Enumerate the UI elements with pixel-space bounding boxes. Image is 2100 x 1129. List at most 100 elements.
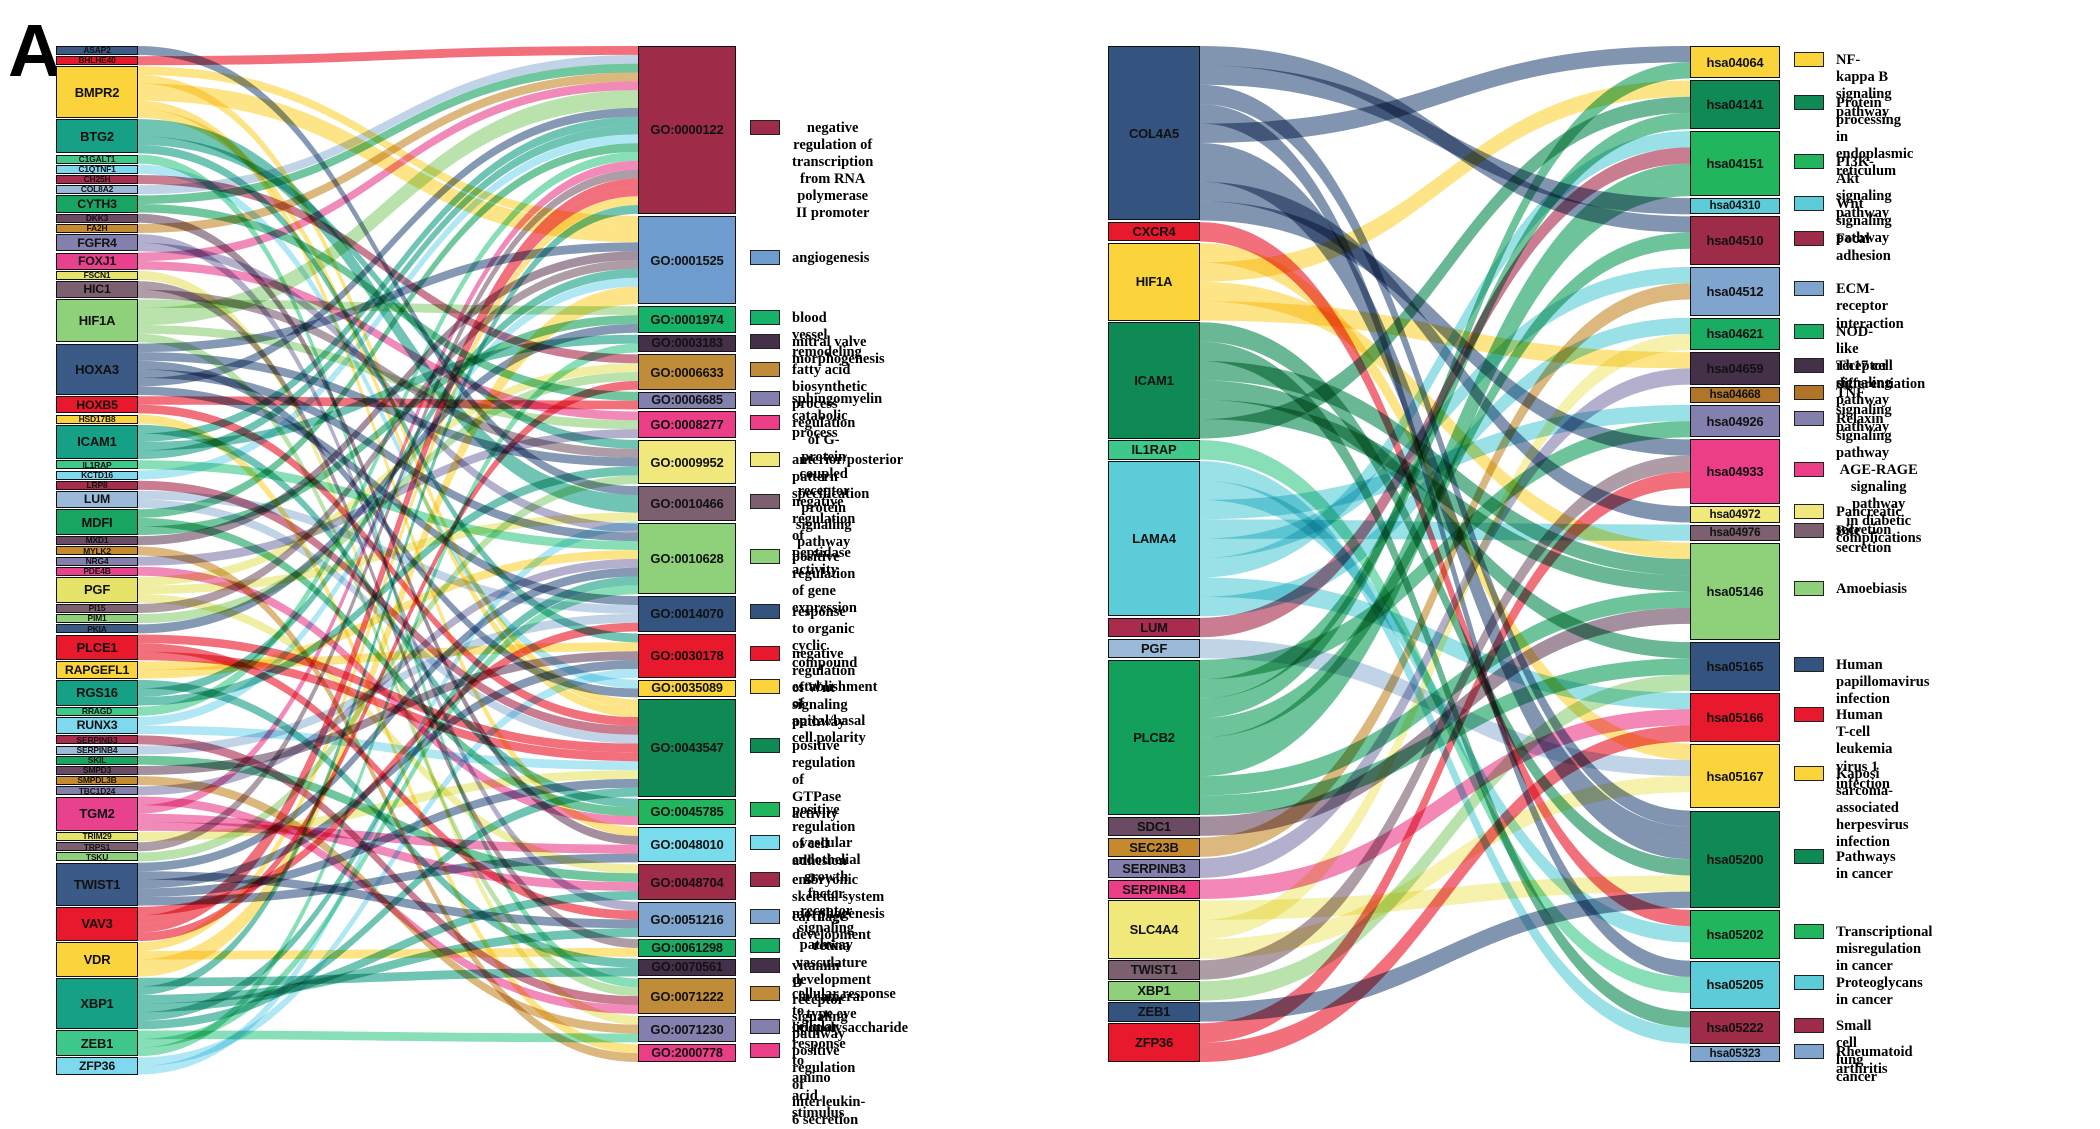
go-node-go-0006633[interactable]: GO:0006633 [638,354,736,390]
go-node-go-0001525[interactable]: GO:0001525 [638,215,736,305]
gene-node-col8a2[interactable]: COL8A2 [56,185,138,195]
gene-node-lum[interactable]: LUM [56,490,138,509]
go-node-go-2000778[interactable]: GO:2000778 [638,1044,736,1062]
go-node-go-0010466[interactable]: GO:0010466 [638,486,736,522]
gene-node-vav3[interactable]: VAV3 [56,906,138,942]
gene-node-bhlhe40[interactable]: BHLHE40 [56,56,138,66]
gene-node-dkk3[interactable]: DKK3 [56,213,138,223]
gene-node-hic1[interactable]: HIC1 [56,281,138,299]
go-node-go-0008277[interactable]: GO:0008277 [638,411,736,438]
gene-node-plcb2[interactable]: PLCB2 [1108,659,1200,815]
go-node-go-0003183[interactable]: GO:0003183 [638,334,736,353]
gene-node-vdr[interactable]: VDR [56,942,138,977]
kegg-node-hsa04141[interactable]: hsa04141 [1690,80,1780,130]
gene-node-plce1[interactable]: PLCE1 [56,634,138,661]
gene-node-xbp1[interactable]: XBP1 [56,977,138,1030]
gene-node-fgfr4[interactable]: FGFR4 [56,234,138,252]
gene-node-serpinb4[interactable]: SERPINB4 [56,745,138,755]
gene-node-rragd[interactable]: RRAGD [56,706,138,716]
gene-node-fscn1[interactable]: FSCN1 [56,270,138,280]
gene-node-slc4a4[interactable]: SLC4A4 [1108,900,1200,959]
go-node-go-0061298[interactable]: GO:0061298 [638,939,736,957]
kegg-node-hsa04512[interactable]: hsa04512 [1690,267,1780,316]
go-node-go-0009952[interactable]: GO:0009952 [638,439,736,485]
gene-node-c1galt1[interactable]: C1GALT1 [56,154,138,164]
gene-node-mxd1[interactable]: MXD1 [56,536,138,546]
gene-node-ch25h[interactable]: CH25H [56,175,138,184]
kegg-node-hsa04064[interactable]: hsa04064 [1690,46,1780,79]
kegg-node-hsa04972[interactable]: hsa04972 [1690,506,1780,523]
gene-node-tgm2[interactable]: TGM2 [56,796,138,831]
kegg-node-hsa04510[interactable]: hsa04510 [1690,216,1780,266]
gene-node-hoxb5[interactable]: HOXB5 [56,396,138,414]
gene-node-c1qtnf1[interactable]: C1QTNF1 [56,164,138,174]
gene-node-twist1[interactable]: TWIST1 [56,862,138,906]
kegg-node-hsa05167[interactable]: hsa05167 [1690,743,1780,809]
gene-node-rgs16[interactable]: RGS16 [56,679,138,706]
go-node-go-0001974[interactable]: GO:0001974 [638,306,736,333]
gene-node-mdfi[interactable]: MDFI [56,509,138,535]
go-node-go-0071222[interactable]: GO:0071222 [638,978,736,1014]
gene-node-serpinb3[interactable]: SERPINB3 [56,735,138,745]
kegg-node-hsa05200[interactable]: hsa05200 [1690,810,1780,908]
gene-node-cxcr4[interactable]: CXCR4 [1108,222,1200,242]
go-node-go-0006685[interactable]: GO:0006685 [638,391,736,410]
kegg-node-hsa05165[interactable]: hsa05165 [1690,642,1780,691]
gene-node-mylk2[interactable]: MYLK2 [56,546,138,556]
gene-node-pde4b[interactable]: PDE4B [56,566,138,576]
gene-node-icam1[interactable]: ICAM1 [56,424,138,460]
gene-node-lum[interactable]: LUM [1108,617,1200,638]
gene-node-xbp1[interactable]: XBP1 [1108,981,1200,1001]
gene-node-zfp36[interactable]: ZFP36 [1108,1023,1200,1062]
gene-node-pim1[interactable]: PIM1 [56,614,138,624]
gene-node-bmpr2[interactable]: BMPR2 [56,66,138,118]
gene-node-pgf[interactable]: PGF [1108,638,1200,659]
gene-node-sec23b[interactable]: SEC23B [1108,837,1200,857]
go-node-go-0000122[interactable]: GO:0000122 [638,46,736,214]
gene-node-zeb1[interactable]: ZEB1 [56,1030,138,1057]
gene-node-tsku[interactable]: TSKU [56,852,138,862]
gene-node-tbc1d24[interactable]: TBC1D24 [56,786,138,796]
go-node-go-0045785[interactable]: GO:0045785 [638,798,736,826]
gene-node-sdc1[interactable]: SDC1 [1108,816,1200,836]
gene-node-nrg4[interactable]: NRG4 [56,556,138,566]
kegg-node-hsa05222[interactable]: hsa05222 [1690,1011,1780,1044]
gene-node-kctd16[interactable]: KCTD16 [56,470,138,480]
gene-node-hoxa3[interactable]: HOXA3 [56,343,138,395]
kegg-node-hsa04621[interactable]: hsa04621 [1690,317,1780,351]
go-node-go-0010628[interactable]: GO:0010628 [638,523,736,595]
gene-node-twist1[interactable]: TWIST1 [1108,960,1200,980]
go-node-go-0048010[interactable]: GO:0048010 [638,827,736,863]
gene-node-lrp8[interactable]: LRP8 [56,480,138,490]
gene-node-hif1a[interactable]: HIF1A [1108,243,1200,321]
gene-node-smpd3[interactable]: SMPD3 [56,765,138,775]
go-node-go-0043547[interactable]: GO:0043547 [638,699,736,797]
kegg-node-hsa04310[interactable]: hsa04310 [1690,198,1780,215]
gene-node-serpinb4[interactable]: SERPINB4 [1108,879,1200,899]
go-node-go-0035089[interactable]: GO:0035089 [638,679,736,698]
go-node-go-0048704[interactable]: GO:0048704 [638,864,736,900]
go-node-go-0051216[interactable]: GO:0051216 [638,901,736,938]
go-node-go-0070561[interactable]: GO:0070561 [638,958,736,977]
go-node-go-0071230[interactable]: GO:0071230 [638,1015,736,1043]
kegg-node-hsa05323[interactable]: hsa05323 [1690,1045,1780,1062]
gene-node-skil[interactable]: SKIL [56,755,138,765]
gene-node-pkia[interactable]: PKIA [56,624,138,634]
kegg-node-hsa04668[interactable]: hsa04668 [1690,386,1780,403]
gene-node-il1rap[interactable]: IL1RAP [56,460,138,470]
gene-node-serpinb3[interactable]: SERPINB3 [1108,858,1200,878]
gene-node-trps1[interactable]: TRPS1 [56,842,138,852]
kegg-node-hsa05166[interactable]: hsa05166 [1690,692,1780,742]
gene-node-hsd17b8[interactable]: HSD17B8 [56,414,138,424]
kegg-node-hsa05202[interactable]: hsa05202 [1690,909,1780,959]
gene-node-foxj1[interactable]: FOXJ1 [56,252,138,270]
gene-node-pi15[interactable]: PI15 [56,603,138,613]
kegg-node-hsa04659[interactable]: hsa04659 [1690,352,1780,385]
go-node-go-0030178[interactable]: GO:0030178 [638,633,736,678]
gene-node-zeb1[interactable]: ZEB1 [1108,1002,1200,1022]
gene-node-cyth3[interactable]: CYTH3 [56,195,138,213]
kegg-node-hsa04976[interactable]: hsa04976 [1690,524,1780,541]
gene-node-lama4[interactable]: LAMA4 [1108,461,1200,617]
kegg-node-hsa04151[interactable]: hsa04151 [1690,131,1780,197]
kegg-node-hsa04926[interactable]: hsa04926 [1690,404,1780,438]
